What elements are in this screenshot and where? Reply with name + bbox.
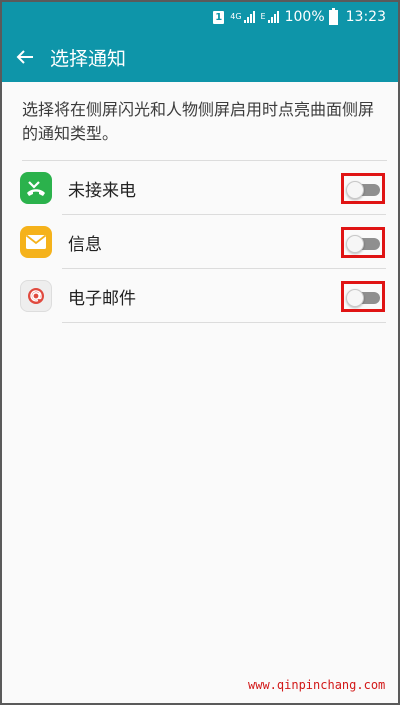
signal-bars-icon <box>267 11 279 23</box>
message-toggle[interactable] <box>341 227 385 258</box>
description-text: 选择将在侧屏闪光和人物侧屏启用时点亮曲面侧屏的通知类型。 <box>22 100 375 143</box>
battery-icon <box>328 7 338 25</box>
arrow-left-icon <box>16 50 33 64</box>
item-label: 信息 <box>68 235 102 255</box>
clock: 13:23 <box>345 9 386 25</box>
app-bar: 选择通知 <box>2 32 398 82</box>
toggle-knob <box>346 181 364 199</box>
battery-percent: 100% <box>284 9 325 25</box>
watermark-text: www.qinpinchang.com <box>248 678 386 692</box>
sim-icon: 1 <box>213 10 225 24</box>
network-e-label: E <box>260 12 266 21</box>
message-icon <box>20 226 52 258</box>
back-button[interactable] <box>2 32 48 82</box>
missed-call-toggle[interactable] <box>341 173 385 204</box>
signal-bars-icon <box>243 11 255 23</box>
email-icon <box>20 280 52 312</box>
screen-frame: 1 4G E 100% 13:23 选择通知 选择将在侧屏闪光和人物侧屏启用时点… <box>0 0 400 705</box>
signal-4g: 4G <box>230 11 255 23</box>
divider <box>62 322 386 323</box>
email-toggle[interactable] <box>341 281 385 312</box>
signal-e: E <box>261 11 279 23</box>
list-item-email[interactable]: 电子邮件 <box>2 269 398 323</box>
missed-call-icon <box>20 172 52 204</box>
status-bar: 1 4G E 100% 13:23 <box>2 2 398 32</box>
toggle-knob <box>346 235 364 253</box>
item-label: 未接来电 <box>68 181 136 201</box>
toggle-knob <box>346 289 364 307</box>
list-item-message[interactable]: 信息 <box>2 215 398 269</box>
list-item-missed-call[interactable]: 未接来电 <box>2 161 398 215</box>
network-4g-label: 4G <box>230 12 242 21</box>
item-label: 电子邮件 <box>68 289 136 309</box>
page-title: 选择通知 <box>50 47 127 70</box>
